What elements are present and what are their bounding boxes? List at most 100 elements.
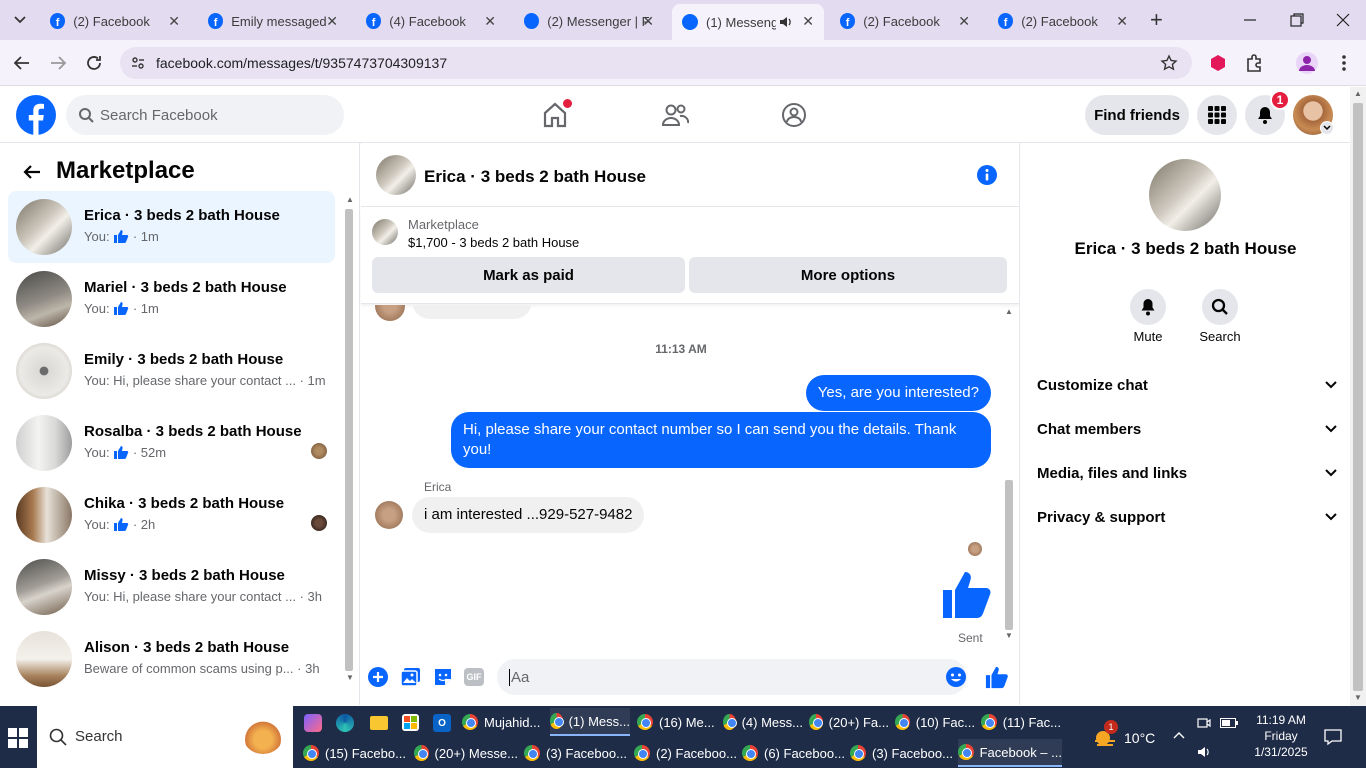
taskbar-chrome-window[interactable]: (2) Faceboo... <box>634 739 738 767</box>
emoji-icon[interactable] <box>945 666 967 688</box>
taskbar-chrome-window[interactable]: (20+) Messe... <box>414 739 518 767</box>
add-icon[interactable] <box>368 667 388 687</box>
extension-cube-icon[interactable] <box>1208 53 1228 73</box>
mark-as-paid-button[interactable]: Mark as paid <box>372 257 685 293</box>
address-bar[interactable]: facebook.com/messages/t/9357473704309137 <box>120 47 1192 79</box>
extensions-puzzle-icon[interactable] <box>1245 53 1265 73</box>
bookmark-star-icon[interactable] <box>1160 54 1178 72</box>
incoming-message[interactable]: i am interested ...929-527-9482 <box>412 497 645 533</box>
taskbar-chrome-window[interactable]: Facebook – ... <box>958 739 1062 767</box>
close-tab-icon[interactable]: ✕ <box>958 13 970 30</box>
taskbar-chrome-window[interactable]: (3) Faceboo... <box>524 739 628 767</box>
taskbar-chrome-window[interactable]: (11) Fac... <box>981 708 1061 736</box>
taskbar-chrome-window[interactable]: (4) Mess... <box>723 708 803 736</box>
browser-tab[interactable]: f (2) Facebook ✕ <box>40 6 190 36</box>
home-icon[interactable] <box>541 99 572 129</box>
taskbar-chrome-window[interactable]: (15) Facebo... <box>303 739 407 767</box>
find-friends-button[interactable]: Find friends <box>1085 95 1189 135</box>
more-options-button[interactable]: More options <box>689 257 1007 293</box>
conversation-item[interactable]: Emily · 3 beds 2 bath House You: Hi, ple… <box>8 335 335 407</box>
conversation-item[interactable]: Rosalba · 3 beds 2 bath House You: · 52m <box>8 407 335 479</box>
conversation-list-scrollbar[interactable]: ▲ ▼ <box>344 195 354 685</box>
chat-avatar[interactable] <box>376 155 416 195</box>
close-window-icon[interactable] <box>1333 10 1353 30</box>
back-icon[interactable] <box>12 53 32 73</box>
browser-tab[interactable]: f (4) Facebook ✕ <box>356 6 506 36</box>
taskbar-chrome-window[interactable]: (10) Fac... <box>895 708 975 736</box>
browser-tab[interactable]: (2) Messenger | F ✕ <box>514 6 664 36</box>
windows-start-icon[interactable] <box>8 728 28 748</box>
back-arrow-icon[interactable] <box>22 163 42 181</box>
copilot-icon[interactable] <box>304 714 322 732</box>
taskbar-chrome-window[interactable]: (1) Mess... <box>550 708 630 736</box>
volume-icon[interactable] <box>1196 744 1212 760</box>
outgoing-message[interactable]: Hi, please share your contact number so … <box>451 412 991 468</box>
browser-menu-icon[interactable] <box>1336 53 1352 73</box>
close-tab-icon[interactable]: ✕ <box>326 13 338 30</box>
photo-icon[interactable] <box>400 666 422 688</box>
browser-tab[interactable]: f (2) Facebook ✕ <box>830 6 980 36</box>
store-icon[interactable] <box>402 714 419 731</box>
listing-thumbnail[interactable] <box>372 219 398 245</box>
speaker-icon[interactable] <box>778 14 794 30</box>
system-clock[interactable]: 11:19 AM Friday 1/31/2025 <box>1245 712 1317 760</box>
file-explorer-icon[interactable] <box>370 716 388 730</box>
gif-icon[interactable]: GIF <box>464 668 484 686</box>
conversation-item[interactable]: Erica · 3 beds 2 bath House You: · 1m <box>8 191 335 263</box>
profile-icon[interactable] <box>1296 52 1318 74</box>
taskbar-chrome-window[interactable]: (20+) Fa... <box>809 708 889 736</box>
send-like-icon[interactable] <box>985 665 1009 689</box>
reload-icon[interactable] <box>84 53 104 73</box>
close-tab-icon[interactable]: ✕ <box>1116 13 1128 30</box>
browser-tab[interactable]: f (2) Facebook ✕ <box>988 6 1138 36</box>
account-chevron-icon[interactable] <box>1320 121 1334 135</box>
battery-icon[interactable] <box>1220 718 1238 728</box>
taskbar-chrome-window[interactable]: (6) Faceboo... <box>742 739 846 767</box>
forward-icon[interactable] <box>48 53 68 73</box>
page-scrollbar[interactable]: ▲ ▼ <box>1350 87 1366 706</box>
conversation-item[interactable]: Alison · 3 beds 2 bath House Beware of c… <box>8 623 335 695</box>
search-conversation-icon[interactable] <box>1202 289 1238 325</box>
outlook-icon[interactable]: O <box>433 714 451 732</box>
site-info-icon[interactable] <box>130 55 146 71</box>
browser-tab-active[interactable]: (1) Messeng ✕ <box>672 4 824 40</box>
outgoing-message[interactable]: Yes, are you interested? <box>805 375 991 411</box>
edge-icon[interactable] <box>336 714 354 732</box>
sticker-icon[interactable] <box>432 666 454 688</box>
message-scrollbar[interactable]: ▲ ▼ <box>1003 305 1015 645</box>
conversation-item[interactable]: Mariel · 3 beds 2 bath House You: · 1m <box>8 263 335 335</box>
show-hidden-icons-chevron-icon[interactable] <box>1172 728 1186 742</box>
friends-icon[interactable] <box>661 101 689 129</box>
close-tab-icon[interactable]: ✕ <box>642 13 654 30</box>
listing-title[interactable]: $1,700 - 3 beds 2 bath House <box>408 235 579 250</box>
notification-center-icon[interactable] <box>1324 728 1342 746</box>
sent-like-icon[interactable] <box>941 568 993 620</box>
weather-icon[interactable]: 1 <box>1092 720 1118 748</box>
menu-grid-icon[interactable] <box>1197 95 1237 135</box>
tab-search-icon[interactable] <box>8 8 32 32</box>
taskbar-search-box[interactable]: Search <box>37 706 293 768</box>
taskbar-chrome-window[interactable]: Mujahid... <box>462 708 544 736</box>
close-tab-icon[interactable]: ✕ <box>484 13 496 30</box>
browser-tab[interactable]: f Emily messaged ✕ <box>198 6 348 36</box>
details-avatar[interactable] <box>1149 159 1221 231</box>
conversation-item[interactable]: Chika · 3 beds 2 bath House You: · 2h <box>8 479 335 551</box>
new-tab-icon[interactable]: + <box>1150 8 1163 32</box>
restore-icon[interactable] <box>1287 10 1307 30</box>
chat-members-section[interactable]: Chat members <box>1037 409 1337 449</box>
info-icon[interactable] <box>977 165 997 185</box>
groups-icon[interactable] <box>780 101 808 129</box>
meet-icon[interactable] <box>1197 716 1211 730</box>
media-files-links-section[interactable]: Media, files and links <box>1037 453 1337 493</box>
facebook-logo-icon[interactable] <box>16 95 56 135</box>
conversation-item[interactable]: Missy · 3 beds 2 bath House You: Hi, ple… <box>8 551 335 623</box>
privacy-support-section[interactable]: Privacy & support <box>1037 497 1337 537</box>
mute-bell-icon[interactable] <box>1130 289 1166 325</box>
taskbar-chrome-window[interactable]: (3) Faceboo... <box>850 739 954 767</box>
facebook-search-input[interactable]: Search Facebook <box>66 95 344 135</box>
message-input[interactable]: Aa <box>497 659 967 695</box>
minimize-icon[interactable] <box>1240 10 1260 30</box>
customize-chat-section[interactable]: Customize chat <box>1037 365 1337 405</box>
close-tab-icon[interactable]: ✕ <box>168 13 180 30</box>
chat-title[interactable]: Erica · 3 beds 2 bath House <box>424 167 646 187</box>
